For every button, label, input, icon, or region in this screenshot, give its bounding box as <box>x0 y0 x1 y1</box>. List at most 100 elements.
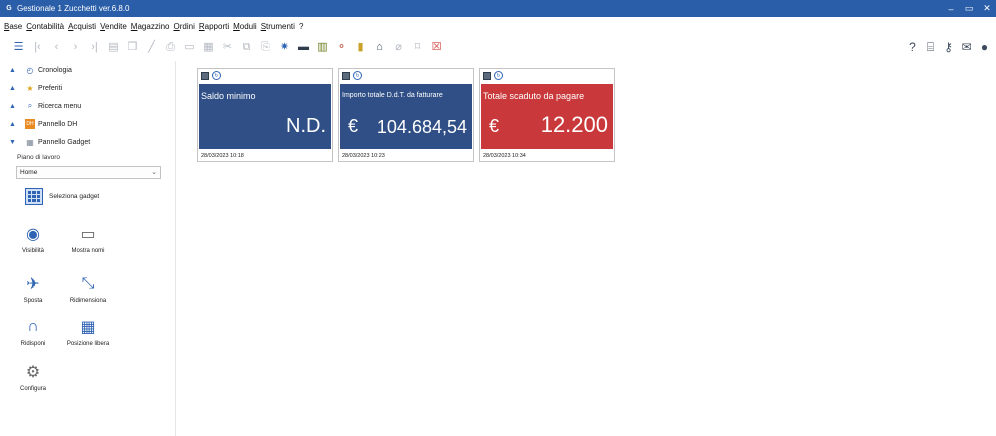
gadget-menu-icon[interactable] <box>483 71 491 80</box>
gadget-totale-scaduto[interactable]: ↻ Totale scaduto da pagare € 12.200 28/0… <box>479 68 615 162</box>
gear-icon: ⚙ <box>25 364 41 381</box>
restore-icon[interactable]: ▭ <box>960 3 978 14</box>
rearrange-button[interactable]: ∩ Ridisponi <box>3 317 63 347</box>
bookmark-vertical-icon[interactable]: ▮ <box>354 41 367 54</box>
refresh-icon[interactable]: ↻ <box>353 71 362 80</box>
chart-icon[interactable]: ▥ <box>316 41 329 54</box>
toolbar: ☰ |‹ ‹ › ›| ▤ ❐ ╱ ⎙ ▭ ▦ ✂ ⧉ ⎘ ✷ ▬ ▥ ⚬ ▮ … <box>0 36 996 58</box>
minimize-icon[interactable]: – <box>942 4 960 14</box>
resize-label: Ridimensiona <box>69 298 107 304</box>
gadget-panel: Importo totale D.d.T. da fatturare € 104… <box>340 84 472 149</box>
frame-icon[interactable]: ⌑ <box>411 41 424 54</box>
gadget-importo-ddt[interactable]: ↻ Importo totale D.d.T. da fatturare € 1… <box>338 68 474 162</box>
tiles-icon: ▦ <box>80 319 96 336</box>
sidebar-section-ricerca-menu[interactable]: ▲ ⌕ Ricerca menu <box>0 97 175 115</box>
gadget-panel: Totale scaduto da pagare € 12.200 <box>481 84 613 149</box>
piano-select-value: Home <box>20 169 38 176</box>
title-bar: G Gestionale 1 Zucchetti ver.6.8.0 – ▭ ✕ <box>0 0 996 17</box>
new-record-icon[interactable]: ▤ <box>107 41 120 54</box>
chevron-up-icon: ▲ <box>9 84 16 92</box>
refresh-icon[interactable]: ↻ <box>212 71 221 80</box>
key-icon[interactable]: ⚷ <box>942 41 955 54</box>
menu-ordini[interactable]: Ordini <box>174 22 195 31</box>
close-window-icon[interactable]: ☒ <box>430 41 443 54</box>
mail-icon[interactable]: ✉ <box>960 41 973 54</box>
resize-button[interactable]: ⤡ Ridimensiona <box>58 274 118 304</box>
menu-icon[interactable]: ☰ <box>12 41 25 54</box>
magnet-icon: ∩ <box>27 318 39 335</box>
chevron-up-icon: ▲ <box>9 120 16 128</box>
bank-icon[interactable]: ⌂ <box>373 41 386 54</box>
gadget-header: ↻ <box>342 71 362 80</box>
sidebar-section-label: Pannello Gadget <box>38 138 91 146</box>
menu-base[interactable]: Base <box>4 22 22 31</box>
gadget-value: 12.200 <box>540 112 608 137</box>
select-gadget-label: Seleziona gadget <box>49 193 100 200</box>
preview-icon[interactable]: ▭ <box>183 41 196 54</box>
paste-icon[interactable]: ⎘ <box>259 41 272 54</box>
menu-strumenti[interactable]: Strumenti <box>261 22 295 31</box>
menu-help[interactable]: ? <box>299 22 303 31</box>
last-record-icon[interactable]: ›| <box>88 41 101 54</box>
edit-icon[interactable]: ╱ <box>145 41 158 54</box>
piano-select[interactable]: Home ⌄ <box>16 166 161 179</box>
show-names-label: Mostra nomi <box>71 248 105 254</box>
print-icon[interactable]: ⎙ <box>164 41 177 54</box>
sidebar-section-pannello-gadget[interactable]: ▼ ▦ Pannello Gadget <box>0 133 175 151</box>
menu-contabilita[interactable]: Contabilità <box>26 22 64 31</box>
move-label: Sposta <box>23 298 43 304</box>
menu-acquisti[interactable]: Acquisti <box>68 22 96 31</box>
sidebar-section-cronologia[interactable]: ▲ ◴ Cronologia <box>0 61 175 79</box>
free-position-button[interactable]: ▦ Posizione libera <box>58 317 118 347</box>
visibility-button[interactable]: ◉ Visibilità <box>3 224 63 254</box>
hierarchy-icon[interactable]: ⚬ <box>335 41 348 54</box>
sidebar-section-label: Preferiti <box>38 84 63 92</box>
menu-vendite[interactable]: Vendite <box>100 22 127 31</box>
currency-symbol: € <box>348 116 359 136</box>
close-icon[interactable]: ✕ <box>978 3 996 14</box>
attach-icon[interactable]: ⌀ <box>392 41 405 54</box>
sidebar-section-pannello-dh[interactable]: ▲ DH Pannello DH <box>0 115 175 133</box>
dh-icon: DH <box>25 119 35 129</box>
toolbar-right: ? ⌸ ⚷ ✉ ● <box>906 36 996 58</box>
bookmark-icon[interactable]: ▬ <box>297 41 310 54</box>
sidebar-section-preferiti[interactable]: ▲ ★ Preferiti <box>0 79 175 97</box>
refresh-icon[interactable]: ↻ <box>494 71 503 80</box>
calculator-icon[interactable]: ▦ <box>202 41 215 54</box>
window-title: Gestionale 1 Zucchetti ver.6.8.0 <box>17 4 130 13</box>
next-icon[interactable]: › <box>69 41 82 54</box>
grid-icon <box>25 188 43 205</box>
select-gadget-button[interactable]: Seleziona gadget <box>25 188 99 205</box>
sign-icon: ▭ <box>80 226 96 243</box>
gadget-saldo-minimo[interactable]: ↻ Saldo minimo N.D. 28/03/2023 10:18 <box>197 68 333 162</box>
gadget-panel-icon: ▦ <box>26 137 34 147</box>
gadget-title: Totale scaduto da pagare <box>483 91 585 101</box>
first-record-icon[interactable]: |‹ <box>31 41 44 54</box>
gadget-menu-icon[interactable] <box>342 71 350 80</box>
search-icon: ⌕ <box>27 101 33 110</box>
piano-label: Piano di lavoro <box>17 154 60 161</box>
app-logo-icon: G <box>6 5 12 12</box>
menu-moduli[interactable]: Moduli <box>233 22 257 31</box>
menu-magazzino[interactable]: Magazzino <box>131 22 170 31</box>
gadget-header: ↻ <box>201 71 221 80</box>
copy-icon[interactable]: ⧉ <box>240 41 253 54</box>
user-icon[interactable]: ● <box>978 41 991 54</box>
move-button[interactable]: ✈ Sposta <box>3 274 63 304</box>
star-icon: ★ <box>26 83 34 93</box>
barcode-icon[interactable]: ⌸ <box>924 41 937 54</box>
sidebar-section-label: Pannello DH <box>38 120 78 128</box>
help-icon[interactable]: ? <box>906 41 919 54</box>
gadget-timestamp: 28/03/2023 10:18 <box>201 153 244 159</box>
duplicate-icon[interactable]: ❐ <box>126 41 139 54</box>
gadget-header: ↻ <box>483 71 503 80</box>
cut-icon[interactable]: ✂ <box>221 41 234 54</box>
configure-button[interactable]: ⚙ Configura <box>3 362 63 392</box>
previous-icon[interactable]: ‹ <box>50 41 63 54</box>
gadget-menu-icon[interactable] <box>201 71 209 80</box>
show-names-button[interactable]: ▭ Mostra nomi <box>58 224 118 254</box>
gadget-timestamp: 28/03/2023 10:23 <box>342 153 385 159</box>
settings-gear-icon[interactable]: ✷ <box>278 41 291 54</box>
menu-rapporti[interactable]: Rapporti <box>199 22 229 31</box>
gadget-value: N.D. <box>286 115 326 137</box>
